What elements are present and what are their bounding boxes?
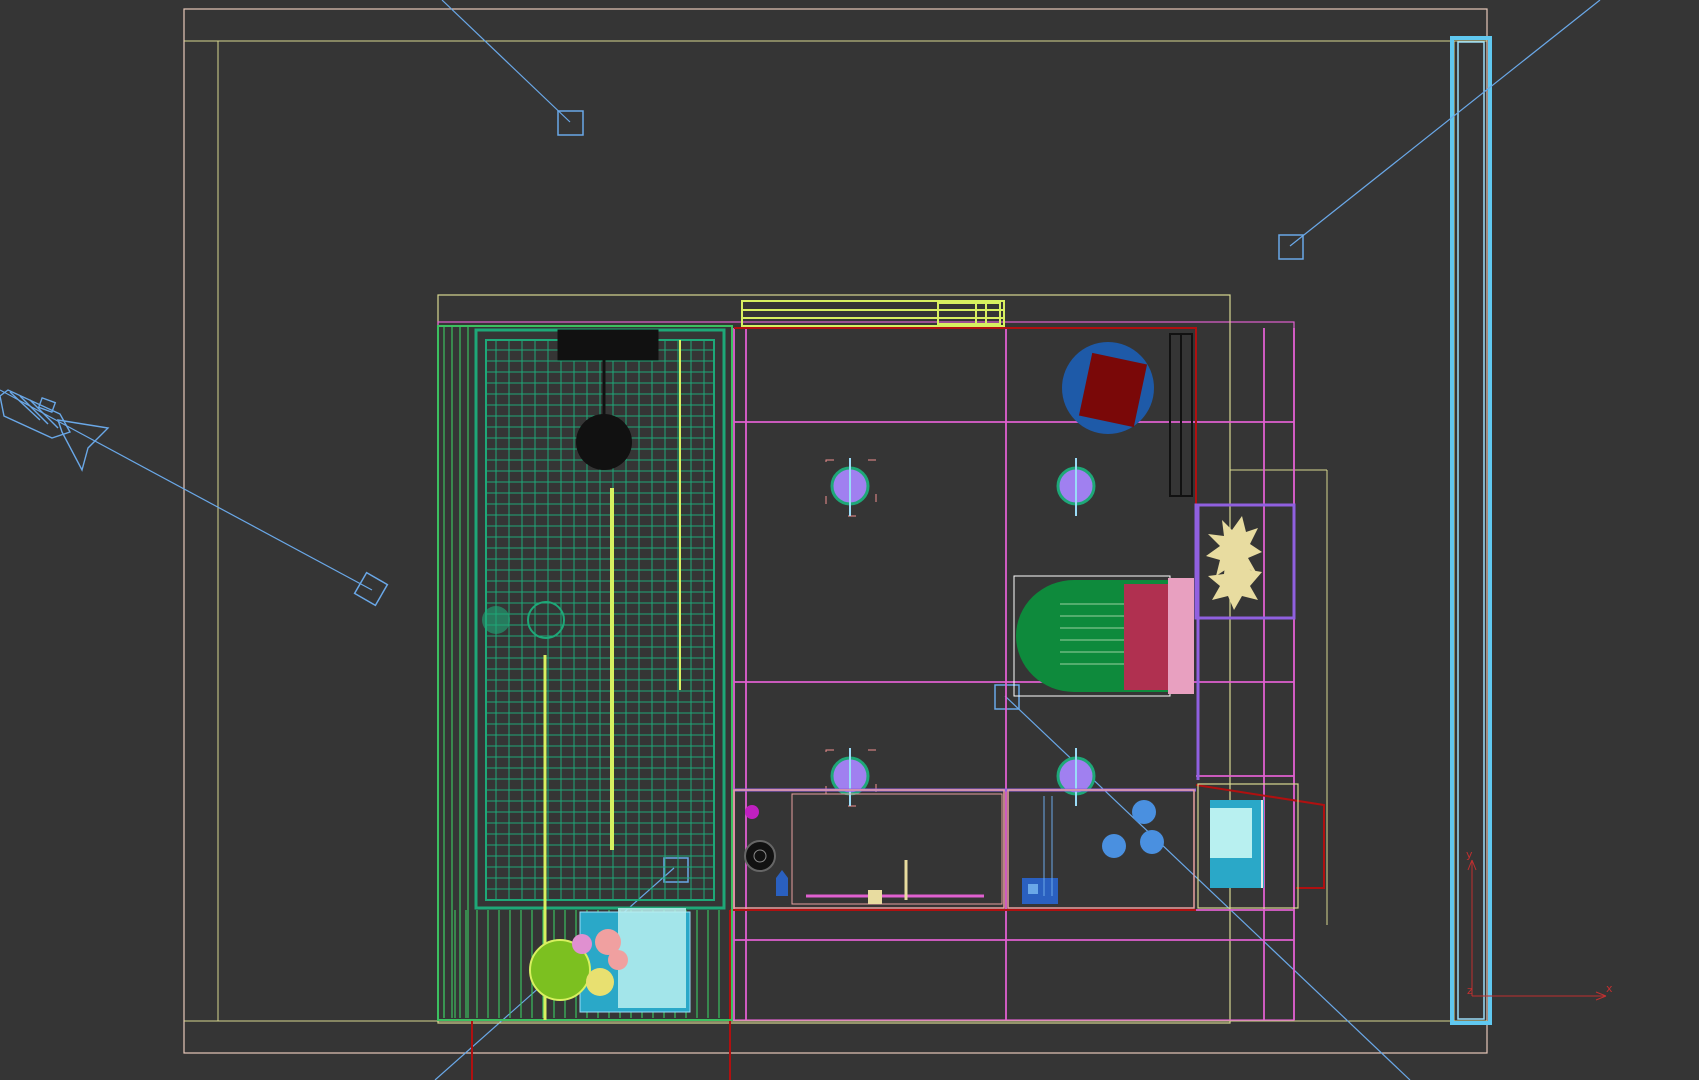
round-stool[interactable] bbox=[1062, 342, 1154, 434]
light-target-lines bbox=[0, 0, 1601, 1080]
vanity-cabinet[interactable] bbox=[733, 789, 1195, 909]
axis-y-label: y bbox=[1466, 848, 1473, 861]
axis-z-label: z bbox=[1467, 984, 1473, 997]
scene-wireframe[interactable]: x y z bbox=[0, 0, 1699, 1080]
toilet-icon[interactable] bbox=[1013, 575, 1194, 697]
towel-rack[interactable] bbox=[1169, 333, 1193, 497]
plant-icon[interactable] bbox=[1194, 503, 1296, 620]
viewport-top[interactable]: x y z bbox=[0, 0, 1699, 1080]
washer-icon[interactable] bbox=[1197, 783, 1299, 909]
axis-x-label: x bbox=[1606, 982, 1613, 995]
light-icon[interactable] bbox=[353, 110, 1304, 883]
camera-icon[interactable] bbox=[0, 389, 110, 472]
window-right[interactable] bbox=[1450, 36, 1492, 1025]
